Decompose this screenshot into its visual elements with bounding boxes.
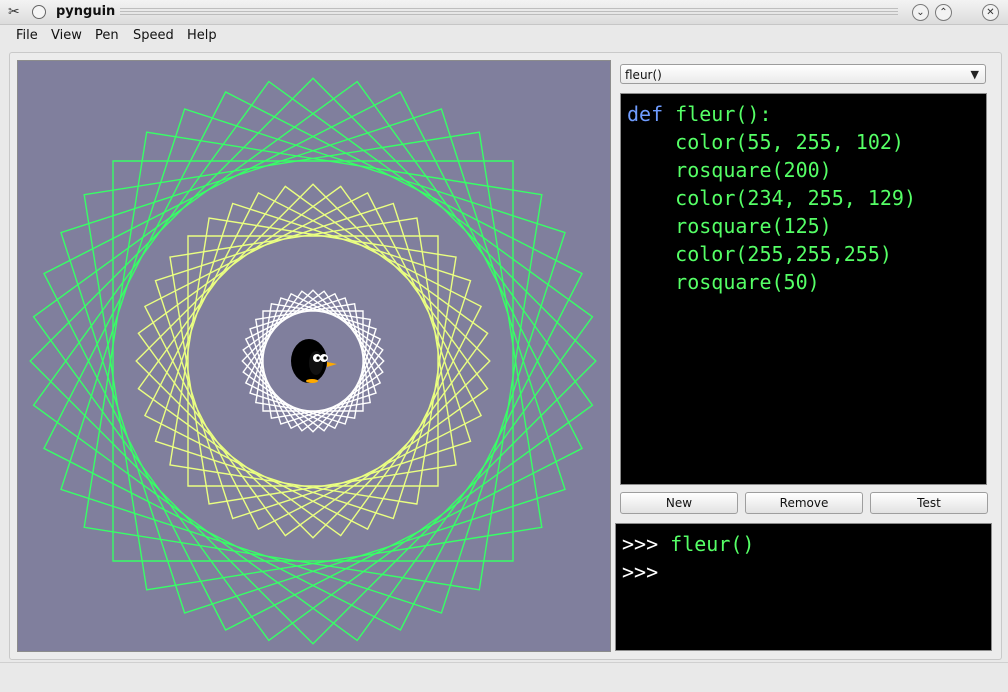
console-line: >>> fleur() <box>622 530 991 558</box>
new-button[interactable]: New <box>620 492 738 514</box>
code-text: color(255,255,255) <box>627 242 892 266</box>
code-text: rosquare(50) <box>627 270 820 294</box>
console-line: >>> <box>622 558 991 586</box>
menu-bar: File View Pen Speed Help <box>0 25 1008 47</box>
remove-button[interactable]: Remove <box>745 492 863 514</box>
window-titlebar[interactable]: ✂ pynguin ⌄ ⌃ ✕ <box>0 0 1008 25</box>
status-bar <box>0 662 1008 692</box>
code-text: color(55, 255, 102) <box>627 130 904 154</box>
code-keyword: def <box>627 102 664 126</box>
console-command: fleur() <box>658 532 755 556</box>
code-text: color(234, 255, 129) <box>627 186 916 210</box>
window-menu-icon[interactable] <box>32 5 46 19</box>
menu-view[interactable]: View <box>51 28 82 43</box>
code-editor[interactable]: def fleur(): color(55, 255, 102) rosquar… <box>620 93 987 485</box>
maximize-icon[interactable]: ⌃ <box>935 4 952 21</box>
function-select-value: fleur() <box>625 68 662 82</box>
close-icon[interactable]: ✕ <box>982 4 999 21</box>
function-select[interactable]: fleur() ▼ <box>620 64 986 84</box>
code-line: color(234, 255, 129) <box>627 184 986 212</box>
code-line: color(255,255,255) <box>627 240 986 268</box>
code-line: rosquare(200) <box>627 156 986 184</box>
console-prompt: >>> <box>622 560 659 584</box>
console-prompt: >>> <box>622 532 659 556</box>
menu-speed[interactable]: Speed <box>133 28 174 43</box>
interactive-console[interactable]: >>> fleur() >>> <box>615 523 992 651</box>
menu-file[interactable]: File <box>16 28 38 43</box>
menu-pen[interactable]: Pen <box>95 28 119 43</box>
turtle-canvas[interactable] <box>17 60 611 652</box>
chevron-down-icon: ▼ <box>970 68 979 81</box>
drawing-svg <box>29 77 597 645</box>
code-text: rosquare(200) <box>627 158 832 182</box>
window-title: pynguin <box>56 4 116 19</box>
menu-help[interactable]: Help <box>187 28 217 43</box>
code-line: rosquare(125) <box>627 212 986 240</box>
app-tools-icon[interactable]: ✂ <box>8 4 24 20</box>
titlebar-grip <box>120 8 898 16</box>
code-line: def fleur(): <box>627 100 986 128</box>
code-text: rosquare(125) <box>627 214 832 238</box>
code-line: color(55, 255, 102) <box>627 128 986 156</box>
test-button[interactable]: Test <box>870 492 988 514</box>
code-line: rosquare(50) <box>627 268 986 296</box>
penguin-icon <box>291 339 337 383</box>
code-text: fleur(): <box>663 102 772 126</box>
minimize-icon[interactable]: ⌄ <box>912 4 929 21</box>
